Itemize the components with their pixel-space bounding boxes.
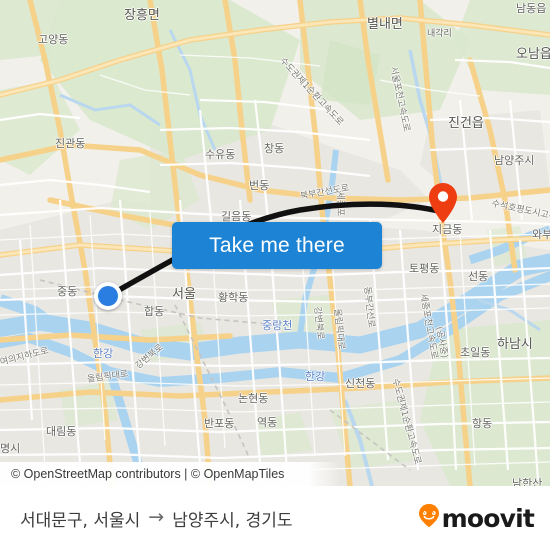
destination-label: 남양주시, 경기도 — [172, 510, 293, 531]
route-summary: 서대문구, 서울시 → 남양주시, 경기도 — [20, 506, 293, 531]
arrow-right-icon: → — [148, 505, 165, 528]
moovit-route-widget: 장흥면 고양동 별내면 내각리 오남읍 진건읍 남양주시 진관동 수유동 창동 번동 길음동 지금동 토평… — [0, 0, 550, 550]
origin-label: 서대문구, 서울시 — [20, 510, 141, 531]
take-me-there-button[interactable]: Take me there — [172, 222, 382, 269]
map-attribution: © OpenStreetMap contributors | © OpenMap… — [0, 462, 550, 486]
attribution-text: © OpenStreetMap contributors | © OpenMap… — [11, 467, 285, 481]
map-container[interactable]: 장흥면 고양동 별내면 내각리 오남읍 진건읍 남양주시 진관동 수유동 창동 번동 길음동 지금동 토평… — [0, 0, 550, 486]
origin-marker[interactable] — [94, 282, 122, 310]
footer-bar: 서대문구, 서울시 → 남양주시, 경기도 moovit — [0, 486, 550, 550]
destination-marker[interactable] — [428, 182, 458, 224]
moovit-logo[interactable]: moovit — [418, 503, 535, 533]
moovit-wordmark: moovit — [441, 503, 535, 533]
moovit-pin-icon — [418, 503, 440, 533]
take-me-there-label: Take me there — [209, 233, 345, 257]
